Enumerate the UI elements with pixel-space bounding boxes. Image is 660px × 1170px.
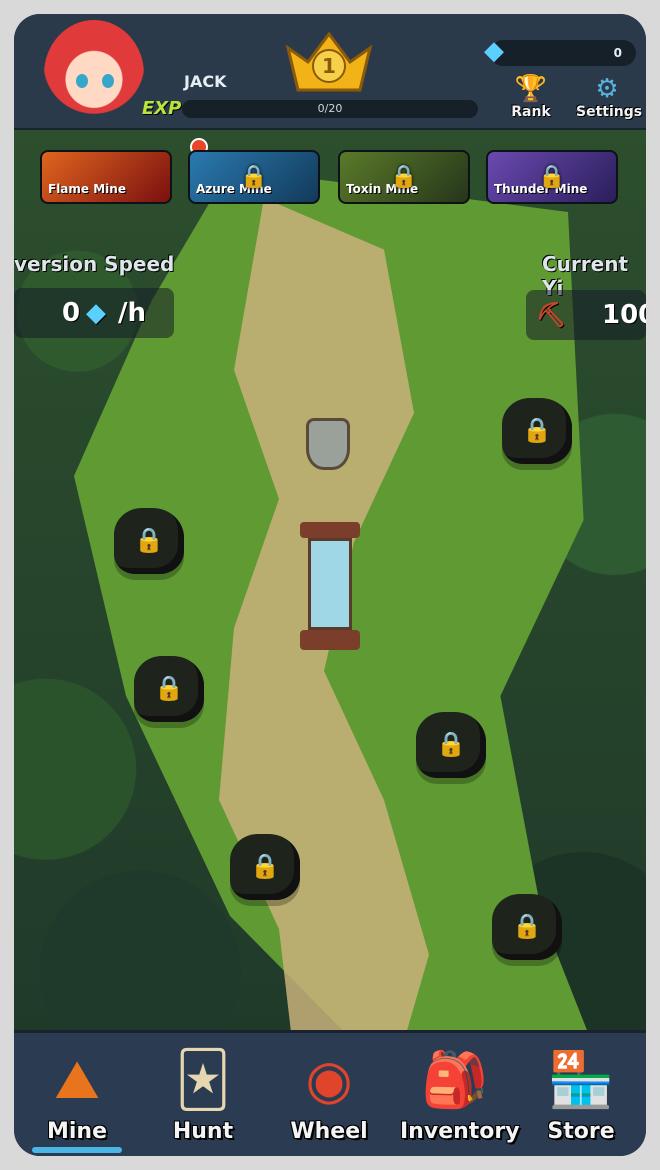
locked-mine-slot[interactable]: 🔒 [134, 656, 204, 722]
nav-store[interactable]: 🏪 Store [526, 1041, 636, 1155]
nav-inventory[interactable]: 🎒 Inventory [400, 1041, 520, 1155]
tab-thunder-mine[interactable]: Thunder Mine 🔒 [486, 150, 618, 204]
tab-toxin-mine[interactable]: Toxin Mine 🔒 [338, 150, 470, 204]
player-avatar[interactable] [44, 20, 144, 128]
settings-button[interactable]: ⚙ Settings [576, 74, 643, 124]
backpack-icon: 🎒 [421, 1048, 489, 1111]
mine-tabs: Flame Mine Azure Mine 🔒 Toxin Mine 🔒 Thu… [40, 138, 630, 206]
exp-progress-bar: 0/20 [182, 100, 478, 118]
tab-label: Flame Mine [48, 182, 126, 196]
nav-label: Mine [46, 1119, 108, 1144]
rank-button[interactable]: 🏆 Rank [500, 74, 562, 124]
gem-icon: ◆ [86, 298, 106, 328]
conversion-speed-label: version Speed [14, 252, 175, 276]
rank-label: Rank [511, 104, 551, 120]
current-yield-box: ⛏ 100 [526, 290, 646, 340]
level-number: 1 [322, 54, 336, 78]
gem-counter: ◆ 0 [484, 36, 636, 66]
cauldron-icon[interactable] [306, 418, 350, 470]
locked-mine-slot[interactable]: 🔒 [416, 712, 486, 778]
conversion-speed-value: 0 [62, 298, 81, 328]
pickaxe-icon: ⛏ [536, 301, 567, 329]
locked-mine-slot[interactable]: 🔒 [114, 508, 184, 574]
nav-wheel[interactable]: ◉ Wheel [274, 1041, 384, 1155]
lock-icon: 🔒 [512, 911, 542, 940]
gem-icon: ◆ [484, 36, 504, 66]
game-screen: 🔒 🔒 🔒 🔒 🔒 🔒 Flame Mine Azure Mine 🔒 Toxi… [14, 14, 646, 1156]
top-bar: EXP JACK 0/20 1 ◆ 0 🏆 Rank ⚙ Settings [14, 14, 646, 130]
converter-tank[interactable] [300, 522, 360, 650]
nav-label: Hunt [172, 1119, 234, 1144]
locked-mine-slot[interactable]: 🔒 [230, 834, 300, 900]
gear-icon: ⚙ [595, 74, 619, 104]
ore-icon: ⛰ [54, 1048, 100, 1111]
settings-label: Settings [576, 104, 643, 120]
locked-mine-slot[interactable]: 🔒 [492, 894, 562, 960]
nav-label: Inventory [400, 1119, 520, 1144]
lock-icon: 🔒 [390, 164, 418, 190]
exp-label: EXP [142, 98, 182, 119]
current-yield-value: 100 [602, 300, 646, 330]
nav-label: Wheel [290, 1119, 368, 1144]
lock-icon: 🔒 [240, 164, 268, 190]
player-name: JACK [184, 72, 227, 91]
nav-hunt[interactable]: 🃏 Hunt [148, 1041, 258, 1155]
lock-icon: 🔒 [154, 673, 184, 702]
tab-flame-mine[interactable]: Flame Mine [40, 150, 172, 204]
lock-icon: 🔒 [250, 851, 280, 880]
wheel-icon: ◉ [305, 1048, 353, 1111]
conversion-speed-box: 0 ◆ /h [14, 288, 174, 338]
gem-count: 0 [613, 46, 622, 60]
card-icon: 🃏 [175, 1048, 231, 1111]
bottom-nav: ⛰ Mine 🃏 Hunt ◉ Wheel 🎒 Inventory 🏪 Stor… [14, 1030, 646, 1156]
lock-icon: 🔒 [134, 525, 164, 554]
lock-icon: 🔒 [538, 164, 566, 190]
level-crown-icon[interactable]: 1 [282, 28, 376, 98]
tab-azure-mine[interactable]: Azure Mine 🔒 [188, 150, 320, 204]
lock-icon: 🔒 [522, 415, 552, 444]
locked-mine-slot[interactable]: 🔒 [502, 398, 572, 464]
conversion-speed-unit: /h [118, 298, 147, 328]
lock-icon: 🔒 [436, 729, 466, 758]
nav-label: Store [547, 1119, 615, 1144]
active-indicator [32, 1147, 122, 1153]
nav-mine[interactable]: ⛰ Mine [22, 1041, 132, 1155]
trophy-icon: 🏆 [514, 74, 548, 104]
exp-progress-text: 0/20 [317, 102, 343, 115]
shop-icon: 🏪 [547, 1048, 615, 1111]
